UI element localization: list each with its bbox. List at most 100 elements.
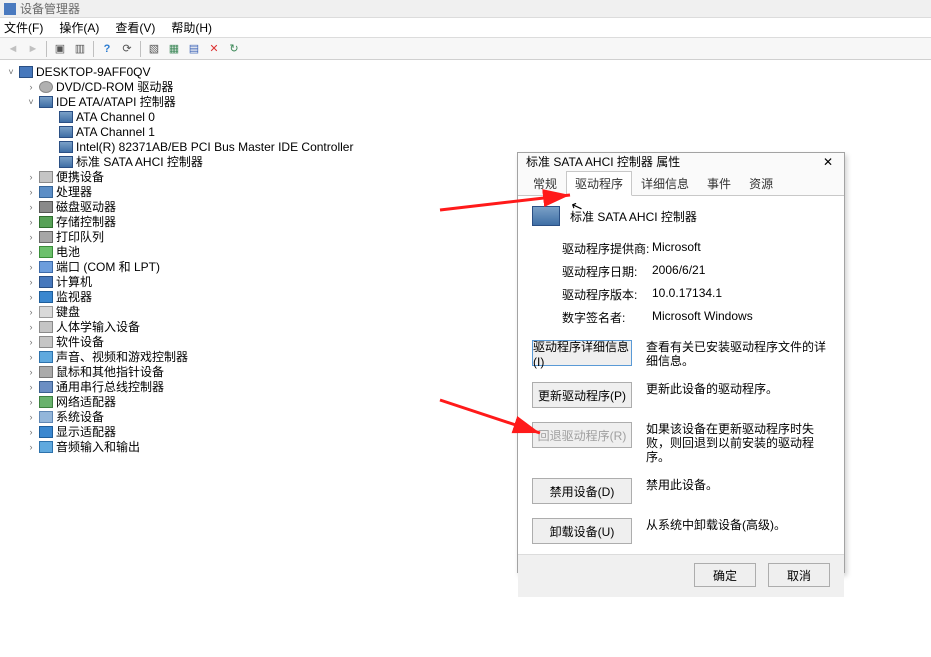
tb-back-icon[interactable]: ◄: [4, 40, 22, 58]
title-bar: 设备管理器: [0, 0, 931, 18]
desc-update-driver: 更新此设备的驱动程序。: [646, 382, 830, 408]
btn-update-driver[interactable]: 更新驱动程序(P): [532, 382, 632, 408]
sound-icon: [39, 351, 53, 363]
expand-icon[interactable]: ›: [26, 382, 36, 392]
mouse-icon: [39, 366, 53, 378]
version-value: 10.0.17134.1: [652, 286, 722, 303]
provider-key: 驱动程序提供商:: [562, 240, 652, 257]
menu-view[interactable]: 查看(V): [115, 18, 155, 37]
expand-icon[interactable]: ›: [26, 292, 36, 302]
controller-icon: [59, 126, 73, 138]
signer-value: Microsoft Windows: [652, 309, 753, 326]
expand-icon[interactable]: ›: [26, 442, 36, 452]
ide-channel-0[interactable]: ATA Channel 0: [4, 109, 927, 124]
tb-remove-icon[interactable]: ✕: [205, 40, 223, 58]
device-name: 标准 SATA AHCI 控制器: [570, 208, 697, 225]
properties-dialog: 标准 SATA AHCI 控制器 属性 ✕ 常规 驱动程序 详细信息 事件 资源…: [517, 152, 845, 573]
expand-icon[interactable]: ›: [26, 172, 36, 182]
tree-root[interactable]: ˅ DESKTOP-9AFF0QV: [4, 64, 927, 79]
port-icon: [39, 261, 53, 273]
app-icon: [4, 3, 16, 15]
tb-update-icon[interactable]: ↻: [225, 40, 243, 58]
display-icon: [39, 426, 53, 438]
expand-icon[interactable]: ›: [26, 322, 36, 332]
desc-uninstall-device: 从系统中卸载设备(高级)。: [646, 518, 830, 544]
desc-rollback-driver: 如果该设备在更新驱动程序时失败，则回退到以前安装的驱动程序。: [646, 422, 830, 464]
computer-icon: [19, 66, 33, 78]
tb-prop-icon[interactable]: ▧: [145, 40, 163, 58]
device-icon: [532, 206, 560, 226]
expand-icon[interactable]: ›: [26, 262, 36, 272]
hid-icon: [39, 321, 53, 333]
cat-ide-label: IDE ATA/ATAPI 控制器: [56, 95, 176, 109]
menu-help[interactable]: 帮助(H): [171, 18, 212, 37]
cdrom-icon: [39, 81, 53, 93]
expand-icon[interactable]: ›: [26, 277, 36, 287]
dialog-title: 标准 SATA AHCI 控制器 属性: [526, 153, 680, 170]
cat-dvd[interactable]: › DVD/CD-ROM 驱动器: [4, 79, 927, 94]
system-icon: [39, 411, 53, 423]
expand-icon[interactable]: ›: [26, 412, 36, 422]
tb-refresh-icon[interactable]: ⟳: [118, 40, 136, 58]
expand-icon[interactable]: ›: [26, 82, 36, 92]
ok-button[interactable]: 确定: [694, 563, 756, 587]
portable-icon: [39, 171, 53, 183]
tb-forward-icon[interactable]: ►: [24, 40, 42, 58]
tab-general[interactable]: 常规: [524, 171, 566, 196]
controller-icon: [59, 141, 73, 153]
collapse-icon[interactable]: ˅: [6, 67, 16, 77]
dialog-title-bar[interactable]: 标准 SATA AHCI 控制器 属性 ✕: [518, 153, 844, 170]
menu-bar: 文件(F) 操作(A) 查看(V) 帮助(H): [0, 18, 931, 38]
dialog-tabs: 常规 驱动程序 详细信息 事件 资源: [518, 170, 844, 196]
date-value: 2006/6/21: [652, 263, 705, 280]
btn-driver-details[interactable]: 驱动程序详细信息(I): [532, 340, 632, 366]
menu-action[interactable]: 操作(A): [59, 18, 99, 37]
tb-showhide-icon[interactable]: ▣: [51, 40, 69, 58]
btn-disable-device[interactable]: 禁用设备(D): [532, 478, 632, 504]
tab-driver[interactable]: 驱动程序: [566, 171, 632, 196]
expand-icon[interactable]: ›: [26, 337, 36, 347]
cpu-icon: [39, 186, 53, 198]
toolbar: ◄ ► ▣ ▥ ? ⟳ ▧ ▦ ▤ ✕ ↻: [0, 38, 931, 60]
expand-icon[interactable]: ›: [26, 217, 36, 227]
monitor-icon: [39, 291, 53, 303]
dialog-footer: 确定 取消: [518, 554, 844, 597]
tb-installed-icon[interactable]: ▤: [185, 40, 203, 58]
tb-enable-icon[interactable]: ▦: [165, 40, 183, 58]
tab-resources[interactable]: 资源: [740, 171, 782, 196]
desc-disable-device: 禁用此设备。: [646, 478, 830, 504]
usb-icon: [39, 381, 53, 393]
controller-icon: [59, 156, 73, 168]
tab-events[interactable]: 事件: [698, 171, 740, 196]
desc-driver-details: 查看有关已安装驱动程序文件的详细信息。: [646, 340, 830, 368]
expand-icon[interactable]: ›: [26, 247, 36, 257]
cancel-button[interactable]: 取消: [768, 563, 830, 587]
expand-icon[interactable]: ›: [26, 427, 36, 437]
expand-icon[interactable]: ›: [26, 307, 36, 317]
expand-icon[interactable]: ›: [26, 352, 36, 362]
dialog-body: 标准 SATA AHCI 控制器 驱动程序提供商:Microsoft 驱动程序日…: [518, 196, 844, 554]
controller-icon: [59, 111, 73, 123]
battery-icon: [39, 246, 53, 258]
expand-icon[interactable]: ›: [26, 202, 36, 212]
expand-icon[interactable]: ›: [26, 367, 36, 377]
tb-help-icon[interactable]: ?: [98, 40, 116, 58]
collapse-icon[interactable]: ˅: [26, 97, 36, 107]
expand-icon[interactable]: ›: [26, 187, 36, 197]
network-icon: [39, 396, 53, 408]
menu-file[interactable]: 文件(F): [4, 18, 43, 37]
disk-icon: [39, 201, 53, 213]
expand-icon[interactable]: ›: [26, 397, 36, 407]
pc-icon: [39, 276, 53, 288]
tab-details[interactable]: 详细信息: [632, 171, 698, 196]
tree-root-label: DESKTOP-9AFF0QV: [36, 65, 150, 79]
close-icon[interactable]: ✕: [820, 154, 836, 170]
provider-value: Microsoft: [652, 240, 701, 257]
cat-dvd-label: DVD/CD-ROM 驱动器: [56, 80, 173, 94]
btn-uninstall-device[interactable]: 卸载设备(U): [532, 518, 632, 544]
software-icon: [39, 336, 53, 348]
ide-channel-1[interactable]: ATA Channel 1: [4, 124, 927, 139]
tb-viewmode-icon[interactable]: ▥: [71, 40, 89, 58]
expand-icon[interactable]: ›: [26, 232, 36, 242]
cat-ide[interactable]: ˅ IDE ATA/ATAPI 控制器: [4, 94, 927, 109]
